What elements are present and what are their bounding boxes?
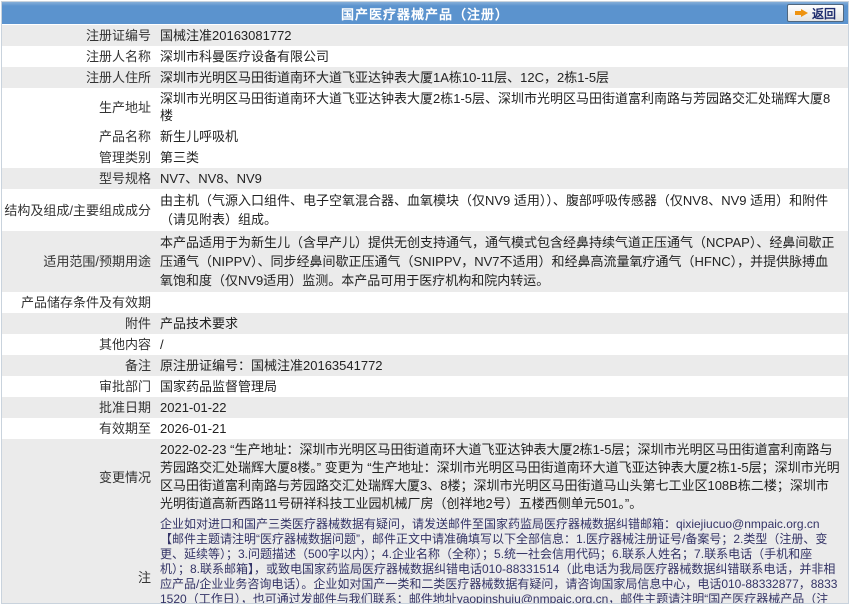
row-value <box>160 292 848 313</box>
row-value: 国械注准20163081772 <box>160 28 292 43</box>
row-value: / <box>160 337 164 352</box>
registration-table: 注册证编号 国械注准20163081772 注册人名称 深圳市科曼医疗设备有限公司 注册… <box>2 25 848 604</box>
table-row: 管理类别 第三类 <box>2 147 848 168</box>
table-row: 注册人住所 深圳市光明区马田街道南环大道飞亚达钟表大厦1A栋10-11层、12C，… <box>2 67 848 88</box>
row-label: 型号规格 <box>98 171 151 186</box>
row-label: 备注 <box>124 358 151 373</box>
arrow-right-icon <box>794 8 808 18</box>
table-row: 注企业如对进口和国产三类医疗器械数据有疑问，请发送邮件至国家药监局医疗器械数据纠… <box>2 515 848 604</box>
row-label: 生产地址 <box>98 99 151 115</box>
row-value: 国家药品监督管理局 <box>160 379 278 394</box>
row-label: 适用范围/预期用途 <box>43 254 151 269</box>
row-label: 批准日期 <box>98 400 151 415</box>
row-value: NV7、NV8、NV9 <box>160 171 262 186</box>
row-value: 深圳市光明区马田街道南环大道飞亚达钟表大厦2栋1-5层、深圳市光明区马田街道富利… <box>160 91 831 123</box>
row-value: 产品技术要求 <box>160 316 239 331</box>
row-label: 注册人名称 <box>85 49 151 64</box>
row-label: 注册人住所 <box>85 70 151 85</box>
table-row: 产品名称 新生儿呼吸机 <box>2 126 848 147</box>
table-row: 注册人名称 深圳市科曼医疗设备有限公司 <box>2 46 848 67</box>
table-row: 生产地址 深圳市光明区马田街道南环大道飞亚达钟表大厦2栋1-5层、深圳市光明区马田… <box>2 88 848 126</box>
row-value: 深圳市科曼医疗设备有限公司 <box>160 49 330 64</box>
row-label: 其他内容 <box>98 337 151 352</box>
row-label: 产品名称 <box>98 129 151 144</box>
table-row: 型号规格 NV7、NV8、NV9 <box>2 168 848 189</box>
row-value: 深圳市光明区马田街道南环大道飞亚达钟表大厦1A栋10-11层、12C，2栋1-5… <box>160 70 610 85</box>
row-label: 产品储存条件及有效期 <box>20 295 151 310</box>
row-label: 注册证编号 <box>85 28 151 43</box>
table-row: 其他内容 / <box>2 334 848 355</box>
row-value: 第三类 <box>160 150 200 165</box>
row-label: 附件 <box>124 316 151 331</box>
table-row: 批准日期 2021-01-22 <box>2 397 848 418</box>
page-header: 国产医疗器械产品（注册） 返回 <box>2 2 848 24</box>
row-value: 新生儿呼吸机 <box>160 129 239 144</box>
table-row: 注册证编号 国械注准20163081772 <box>2 25 848 46</box>
table-row: 适用范围/预期用途 本产品适用于为新生儿（含早产儿）提供无创支持通气，通气模式包含… <box>2 231 848 292</box>
registration-detail-page: 国产医疗器械产品（注册） 返回 注册证编号 国械注准20163081772 注册人名… <box>1 1 849 604</box>
back-button[interactable]: 返回 <box>786 4 844 22</box>
row-value: 企业如对进口和国产三类医疗器械数据有疑问，请发送邮件至国家药监局医疗器械数据纠错… <box>160 517 838 604</box>
row-value: 本产品适用于为新生儿（含早产儿）提供无创支持通气，通气模式包含经鼻持续气道正压通… <box>160 235 835 288</box>
table-row: 结构及组成/主要组成成分 由主机（气源入口组件、电子空氧混合器、血氧模块（仅NV9… <box>2 189 848 231</box>
table-row: 审批部门 国家药品监督管理局 <box>2 376 848 397</box>
row-label: 管理类别 <box>98 150 151 165</box>
table-row: 变更情况 2022-02-23 “生产地址：深圳市光明区马田街道南环大道飞亚达钟表… <box>2 439 848 515</box>
row-label: 结构及组成/主要组成成分 <box>4 202 151 218</box>
table-row: 有效期至 2026-01-21 <box>2 418 848 439</box>
table-row: 备注 原注册证编号：国械注准20163541772 <box>2 355 848 376</box>
row-value: 由主机（气源入口组件、电子空氧混合器、血氧模块（仅NV9 适用））、腹部呼吸传感… <box>160 193 829 227</box>
row-value: 2021-01-22 <box>160 400 227 415</box>
row-value: 2022-02-23 “生产地址：深圳市光明区马田街道南环大道飞亚达钟表大厦2栋… <box>160 442 840 511</box>
table-row: 产品储存条件及有效期 <box>2 292 848 313</box>
row-value: 原注册证编号：国械注准20163541772 <box>160 358 383 373</box>
row-label: 变更情况 <box>98 469 151 485</box>
back-button-label: 返回 <box>811 6 836 21</box>
row-label: 注 <box>137 569 151 585</box>
page-title: 国产医疗器械产品（注册） <box>340 6 509 22</box>
row-value: 2026-01-21 <box>160 421 227 436</box>
table-row: 附件 产品技术要求 <box>2 313 848 334</box>
row-label: 审批部门 <box>98 379 151 394</box>
row-label: 有效期至 <box>98 421 151 436</box>
